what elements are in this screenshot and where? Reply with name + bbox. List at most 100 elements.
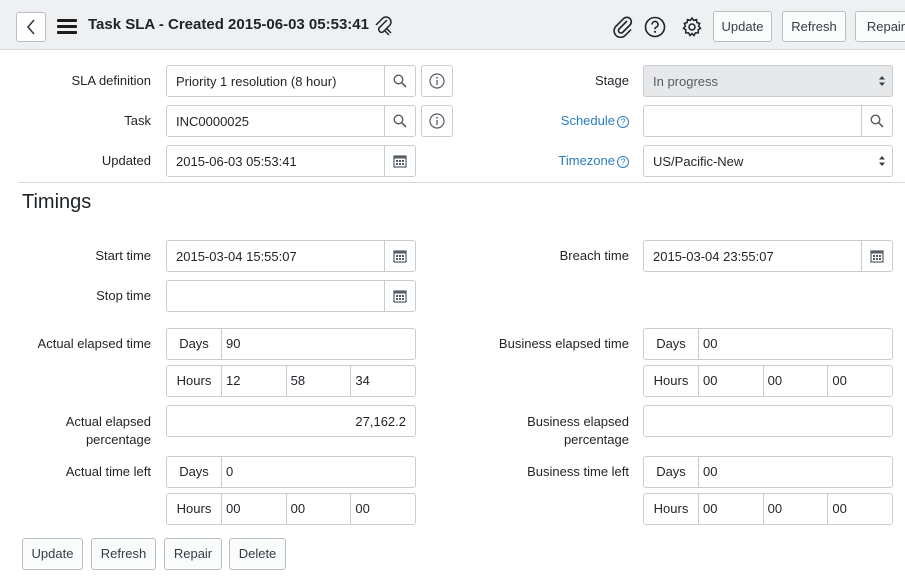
- updated-value: 2015-06-03 05:53:41: [176, 154, 297, 169]
- stop-time-label: Stop time: [96, 288, 151, 303]
- help-icon[interactable]: ?: [617, 116, 629, 128]
- section-divider: [18, 182, 905, 183]
- actual-elapsed-days-input[interactable]: 90: [222, 329, 415, 359]
- timezone-label-link[interactable]: Timezone?: [470, 153, 629, 168]
- days-caption: Days: [644, 329, 699, 359]
- timezone-label: Timezone: [558, 153, 615, 168]
- stop-time-field[interactable]: [166, 280, 416, 312]
- sla-definition-info-button[interactable]: [421, 65, 453, 97]
- footer-repair-button[interactable]: Repair: [164, 538, 222, 570]
- business-time-left-hours-row: Hours 00 00 00: [643, 493, 893, 525]
- business-time-left-days-row: Days 00: [643, 456, 893, 488]
- help-icon[interactable]: [643, 15, 667, 39]
- schedule-label-link[interactable]: Schedule?: [470, 113, 629, 128]
- search-icon: [870, 114, 884, 128]
- info-icon: [429, 73, 445, 89]
- stage-select: In progress: [643, 65, 893, 97]
- task-field[interactable]: INC0000025: [166, 105, 416, 137]
- business-time-left-days-input[interactable]: 00: [699, 457, 892, 487]
- business-time-left-label: Business time left: [527, 464, 629, 479]
- business-elapsed-hours-input[interactable]: 00: [699, 366, 764, 396]
- business-elapsed-percentage-label-line1: Business elapsed: [527, 414, 629, 429]
- timezone-value: US/Pacific-New: [653, 154, 744, 169]
- calendar-icon: [393, 155, 407, 168]
- task-value: INC0000025: [176, 114, 249, 129]
- updated-field[interactable]: 2015-06-03 05:53:41: [166, 145, 416, 177]
- updated-label: Updated: [101, 153, 151, 168]
- footer-delete-button[interactable]: Delete: [229, 538, 286, 570]
- actual-elapsed-percentage-label: Actual elapsed percentage: [20, 413, 151, 449]
- actual-elapsed-minutes-input[interactable]: 58: [287, 366, 352, 396]
- business-time-left-minutes-input[interactable]: 00: [764, 494, 829, 524]
- actual-time-left-days-row: Days 0: [166, 456, 416, 488]
- hours-caption: Hours: [644, 494, 699, 524]
- back-icon: [26, 19, 35, 35]
- days-caption: Days: [644, 457, 699, 487]
- business-elapsed-seconds-input[interactable]: 00: [828, 366, 892, 396]
- select-caret-icon: [879, 156, 885, 166]
- page-title: Task SLA - Created 2015-06-03 05:53:41: [88, 16, 369, 33]
- header-refresh-button[interactable]: Refresh: [782, 11, 846, 42]
- actual-time-left-label: Actual time left: [65, 464, 151, 479]
- actual-elapsed-percentage-label-line1: Actual elapsed: [65, 414, 151, 429]
- calendar-icon: [870, 250, 884, 263]
- calendar-icon: [393, 290, 407, 303]
- hours-caption: Hours: [167, 494, 222, 524]
- paperclip-icon[interactable]: [611, 15, 635, 39]
- actual-time-left-hours-row: Hours 00 00 00: [166, 493, 416, 525]
- actual-time-left-days-input[interactable]: 0: [222, 457, 415, 487]
- sla-definition-field[interactable]: Priority 1 resolution (8 hour): [166, 65, 416, 97]
- stage-label: Stage: [595, 73, 629, 88]
- business-time-left-seconds-input[interactable]: 00: [828, 494, 892, 524]
- actual-time-left-hours-input[interactable]: 00: [222, 494, 287, 524]
- task-lookup-button[interactable]: [384, 106, 415, 136]
- actual-elapsed-percentage-field[interactable]: 27,162.2: [166, 405, 416, 437]
- schedule-lookup-button[interactable]: [861, 106, 892, 136]
- actual-elapsed-days-row: Days 90: [166, 328, 416, 360]
- breach-time-label: Breach time: [559, 248, 629, 263]
- search-icon: [393, 74, 407, 88]
- breach-time-value: 2015-03-04 23:55:07: [653, 249, 774, 264]
- header-repair-button[interactable]: Repair: [855, 11, 905, 42]
- stop-time-calendar-button[interactable]: [384, 281, 415, 311]
- actual-time-left-minutes-input[interactable]: 00: [287, 494, 352, 524]
- menu-icon[interactable]: [57, 19, 77, 35]
- footer-update-button[interactable]: Update: [22, 538, 83, 570]
- footer-refresh-button[interactable]: Refresh: [91, 538, 156, 570]
- actual-elapsed-hours-input[interactable]: 12: [222, 366, 287, 396]
- business-elapsed-minutes-input[interactable]: 00: [764, 366, 829, 396]
- days-caption: Days: [167, 457, 222, 487]
- timings-section-title: Timings: [22, 191, 92, 213]
- start-time-label: Start time: [95, 248, 151, 263]
- sla-definition-lookup-button[interactable]: [384, 66, 415, 96]
- start-time-calendar-button[interactable]: [384, 241, 415, 271]
- timezone-select[interactable]: US/Pacific-New: [643, 145, 893, 177]
- calendar-icon: [393, 250, 407, 263]
- breach-time-calendar-button[interactable]: [861, 241, 892, 271]
- business-elapsed-percentage-label: Business elapsed percentage: [470, 413, 629, 449]
- actual-elapsed-seconds-input[interactable]: 34: [351, 366, 415, 396]
- business-elapsed-percentage-label-line2: percentage: [563, 432, 629, 447]
- header-update-button[interactable]: Update: [713, 11, 772, 42]
- business-time-left-hours-input[interactable]: 00: [699, 494, 764, 524]
- schedule-label: Schedule: [560, 113, 615, 128]
- actual-time-left-seconds-input[interactable]: 00: [351, 494, 415, 524]
- breach-time-field[interactable]: 2015-03-04 23:55:07: [643, 240, 893, 272]
- task-info-button[interactable]: [421, 105, 453, 137]
- business-elapsed-percentage-field[interactable]: [643, 405, 893, 437]
- business-elapsed-days-row: Days 00: [643, 328, 893, 360]
- actual-elapsed-hours-row: Hours 12 58 34: [166, 365, 416, 397]
- business-elapsed-time-label: Business elapsed time: [498, 336, 629, 351]
- settings-icon[interactable]: [680, 15, 704, 39]
- help-icon[interactable]: ?: [617, 156, 629, 168]
- hours-caption: Hours: [644, 366, 699, 396]
- attachment-icon[interactable]: [372, 15, 396, 39]
- info-icon: [429, 113, 445, 129]
- updated-calendar-button[interactable]: [384, 146, 415, 176]
- days-caption: Days: [167, 329, 222, 359]
- schedule-field[interactable]: [643, 105, 893, 137]
- start-time-field[interactable]: 2015-03-04 15:55:07: [166, 240, 416, 272]
- business-elapsed-days-input[interactable]: 00: [699, 329, 892, 359]
- back-button[interactable]: [16, 12, 46, 42]
- actual-elapsed-percentage-label-line2: percentage: [85, 432, 151, 447]
